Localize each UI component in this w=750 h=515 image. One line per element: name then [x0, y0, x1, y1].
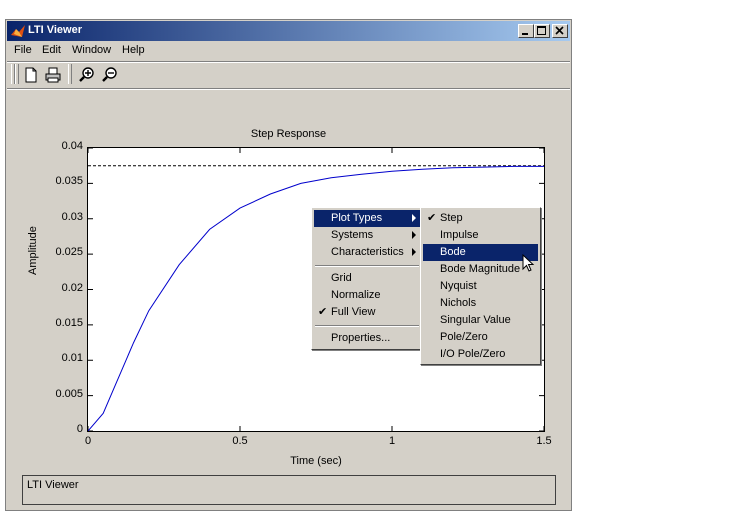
menu-item-label: Grid — [331, 272, 352, 284]
plot-type-item-step[interactable]: ✔ Step — [423, 210, 538, 227]
menu-window[interactable]: Window — [72, 44, 111, 56]
toolbar-separator-line — [7, 88, 570, 90]
menu-separator — [315, 325, 419, 327]
x-tick-label: 1.5 — [536, 435, 552, 447]
maximize-button[interactable] — [534, 24, 550, 38]
context-menu-item-normalize[interactable]: Normalize — [314, 287, 420, 304]
menu-item-label: Step — [440, 212, 463, 224]
new-file-icon[interactable] — [22, 66, 40, 84]
context-menu-item-systems[interactable]: Systems — [314, 227, 420, 244]
menubar-separator — [7, 61, 570, 63]
close-icon — [555, 26, 564, 35]
menu-item-label: Normalize — [331, 289, 381, 301]
menu-item-label: Bode Magnitude — [440, 263, 521, 275]
plot-context-menu: Plot Types Systems Characteristics Grid Norm… — [311, 207, 423, 350]
menu-edit[interactable]: Edit — [42, 44, 61, 56]
plot-type-item-bode-magnitude[interactable]: Bode Magnitude — [423, 261, 538, 278]
toolbar-grip — [15, 64, 19, 84]
y-tick-label: 0.04 — [61, 140, 83, 152]
menu-item-label: Impulse — [440, 229, 479, 241]
mouse-pointer-icon — [522, 254, 535, 272]
menu-item-label: Nichols — [440, 297, 477, 309]
menu-separator — [315, 265, 419, 267]
menu-file[interactable]: File — [14, 44, 32, 56]
y-tick-label: 0 — [76, 423, 83, 435]
menu-item-label: I/O Pole/Zero — [440, 348, 506, 360]
y-tick-label: 0.015 — [55, 316, 83, 329]
plot-type-item-singular-value[interactable]: Singular Value — [423, 312, 538, 329]
context-menu-item-full-view[interactable]: ✔ Full View — [314, 304, 420, 321]
plot-types-submenu: ✔ Step Impulse Bode Bode Magnitude Nyquist Nic… — [420, 207, 541, 365]
print-icon[interactable] — [44, 66, 62, 84]
plot-type-item-i-o-pole-zero[interactable]: I/O Pole/Zero — [423, 346, 538, 363]
submenu-arrow-icon — [412, 248, 416, 256]
menu-item-label: Nyquist — [440, 280, 477, 292]
y-tick-label: 0.005 — [55, 387, 83, 400]
menu-item-label: Pole/Zero — [440, 331, 488, 343]
plot-type-item-nyquist[interactable]: Nyquist — [423, 278, 538, 295]
plot-type-item-nichols[interactable]: Nichols — [423, 295, 538, 312]
menu-item-label: Singular Value — [440, 314, 511, 326]
menu-item-label: Full View — [331, 306, 376, 318]
x-axis-label: Time (sec) — [290, 455, 342, 467]
title-bar[interactable]: LTI Viewer — [7, 21, 570, 41]
close-button[interactable] — [552, 24, 568, 38]
status-bar: LTI Viewer — [22, 475, 556, 505]
menu-item-label: Characteristics — [331, 246, 404, 258]
y-tick-label: 0.02 — [61, 281, 83, 294]
x-tick-label: 0.5 — [232, 435, 248, 447]
plot-type-item-bode[interactable]: Bode — [423, 244, 538, 261]
plot-type-item-impulse[interactable]: Impulse — [423, 227, 538, 244]
check-icon: ✔ — [427, 212, 437, 224]
menu-item-label: Bode — [440, 246, 466, 258]
maximize-icon — [537, 26, 546, 35]
toolbar-separator — [68, 64, 72, 84]
context-menu-item-characteristics[interactable]: Characteristics — [314, 244, 420, 261]
context-menu-item-properties[interactable]: Properties... — [314, 330, 420, 347]
x-tick-label: 0 — [84, 435, 92, 447]
zoom-in-icon[interactable] — [78, 66, 96, 84]
check-icon: ✔ — [318, 306, 328, 318]
menu-item-label: Systems — [331, 229, 374, 241]
menu-item-label: Plot Types — [331, 212, 383, 224]
zoom-out-icon[interactable] — [101, 66, 119, 84]
menu-help[interactable]: Help — [122, 44, 145, 56]
window-title: LTI Viewer — [28, 24, 83, 36]
minimize-button[interactable] — [518, 24, 534, 38]
x-tick-label: 1 — [388, 435, 396, 447]
submenu-arrow-icon — [412, 214, 416, 222]
y-tick-label: 0.01 — [61, 352, 83, 365]
matlab-icon — [11, 25, 25, 37]
context-menu-item-grid[interactable]: Grid — [314, 270, 420, 287]
plot-type-item-pole-zero[interactable]: Pole/Zero — [423, 329, 538, 346]
menu-item-label: Properties... — [331, 332, 391, 344]
context-menu-item-plot-types[interactable]: Plot Types — [314, 210, 420, 227]
y-tick-label: 0.035 — [55, 175, 83, 188]
y-tick-label: 0.03 — [61, 210, 83, 223]
y-axis-label: Amplitude — [27, 226, 39, 275]
minimize-icon — [522, 33, 528, 35]
plot-title: Step Response — [250, 128, 327, 140]
submenu-arrow-icon — [412, 231, 416, 239]
status-text: LTI Viewer — [27, 479, 79, 491]
